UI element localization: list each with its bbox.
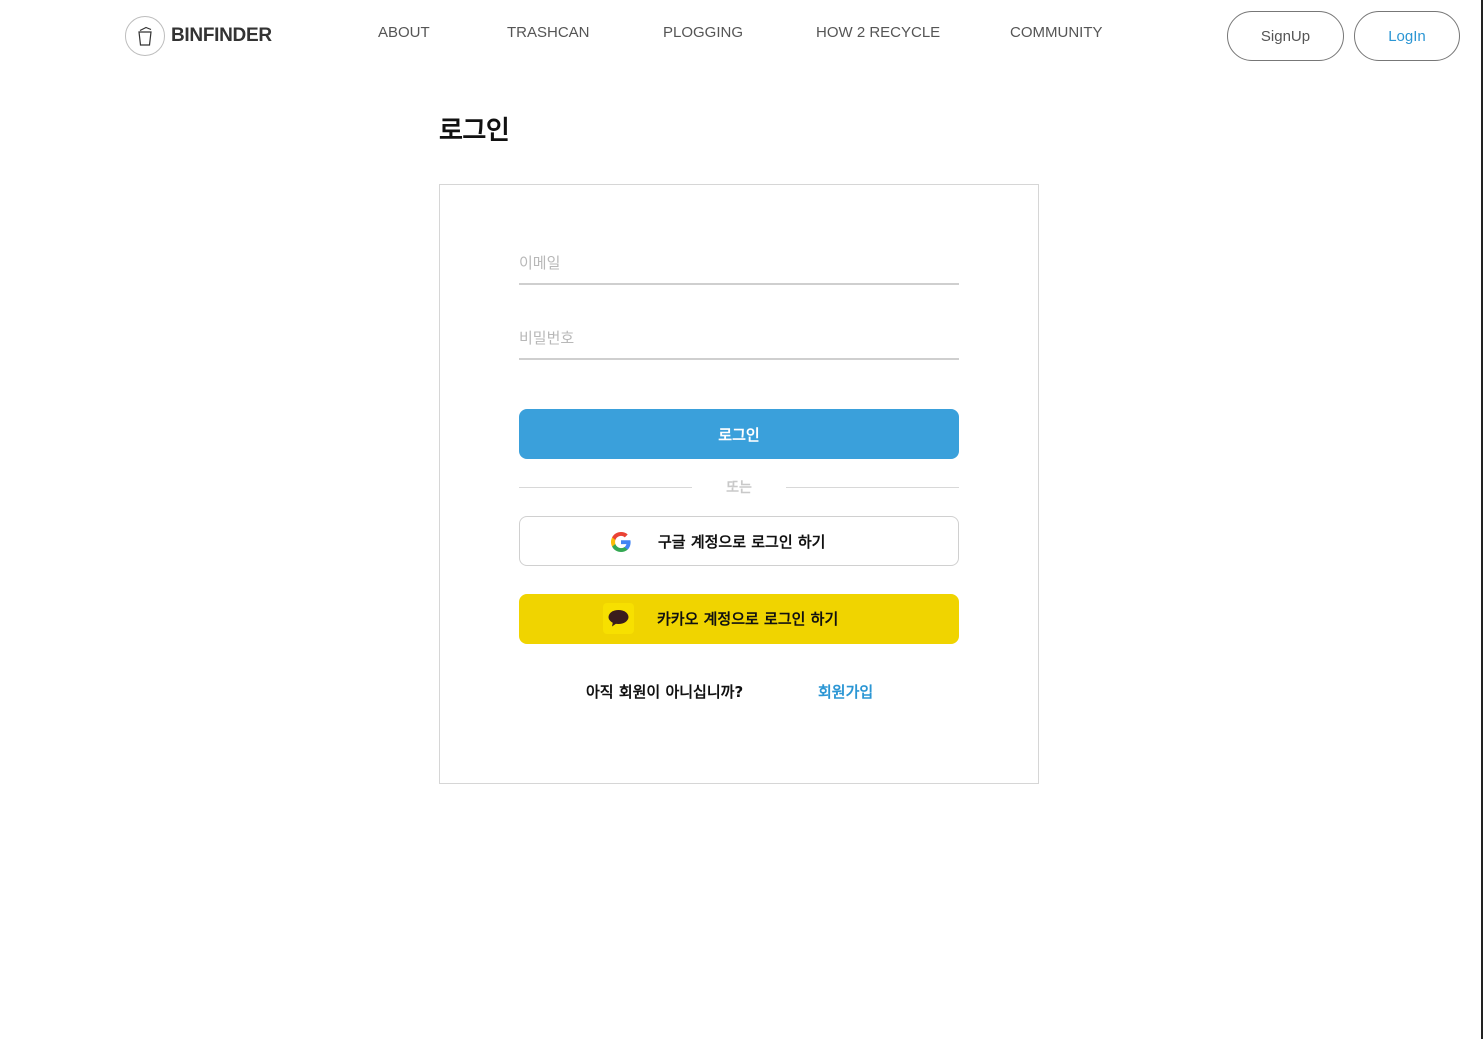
- google-button-label: 구글 계정으로 로그인 하기: [658, 533, 826, 551]
- password-input[interactable]: [519, 314, 959, 358]
- brand-name: BINFINDER: [171, 25, 272, 46]
- page-title: 로그인: [439, 116, 510, 146]
- password-field-wrapper: [519, 314, 959, 360]
- login-card: 로그인 또는 구글 계정으로 로그인 하기: [439, 184, 1039, 784]
- divider-line-right: [786, 487, 959, 488]
- login-submit-button[interactable]: 로그인: [519, 409, 959, 459]
- kakao-login-button[interactable]: 카카오 계정으로 로그인 하기: [519, 594, 959, 644]
- signup-button[interactable]: SignUp: [1227, 11, 1344, 61]
- email-field-wrapper: [519, 239, 959, 285]
- signup-prompt-row: 아직 회원이 아니십니까? 회원가입: [440, 681, 1040, 703]
- nav-how-2-recycle[interactable]: HOW 2 RECYCLE: [816, 24, 940, 41]
- login-page: BINFINDER ABOUT TRASHCAN PLOGGING HOW 2 …: [0, 0, 1483, 1039]
- google-login-button[interactable]: 구글 계정으로 로그인 하기: [519, 516, 959, 566]
- login-nav-button[interactable]: LogIn: [1354, 11, 1460, 61]
- nav-about[interactable]: ABOUT: [378, 24, 430, 41]
- email-input[interactable]: [519, 239, 959, 283]
- top-header: BINFINDER ABOUT TRASHCAN PLOGGING HOW 2 …: [0, 0, 1483, 70]
- signup-link[interactable]: 회원가입: [818, 681, 873, 702]
- brand-logo[interactable]: BINFINDER: [125, 16, 272, 56]
- kakao-talk-icon: [603, 603, 634, 634]
- signup-prompt-text: 아직 회원이 아니십니까?: [586, 683, 744, 701]
- nav-plogging[interactable]: PLOGGING: [663, 24, 743, 41]
- google-icon: [609, 530, 633, 554]
- nav-trashcan[interactable]: TRASHCAN: [507, 24, 590, 41]
- trashcan-logo-icon: [125, 16, 165, 56]
- nav-community[interactable]: COMMUNITY: [1010, 24, 1103, 41]
- kakao-button-label: 카카오 계정으로 로그인 하기: [657, 610, 839, 628]
- or-divider: 또는: [519, 475, 959, 499]
